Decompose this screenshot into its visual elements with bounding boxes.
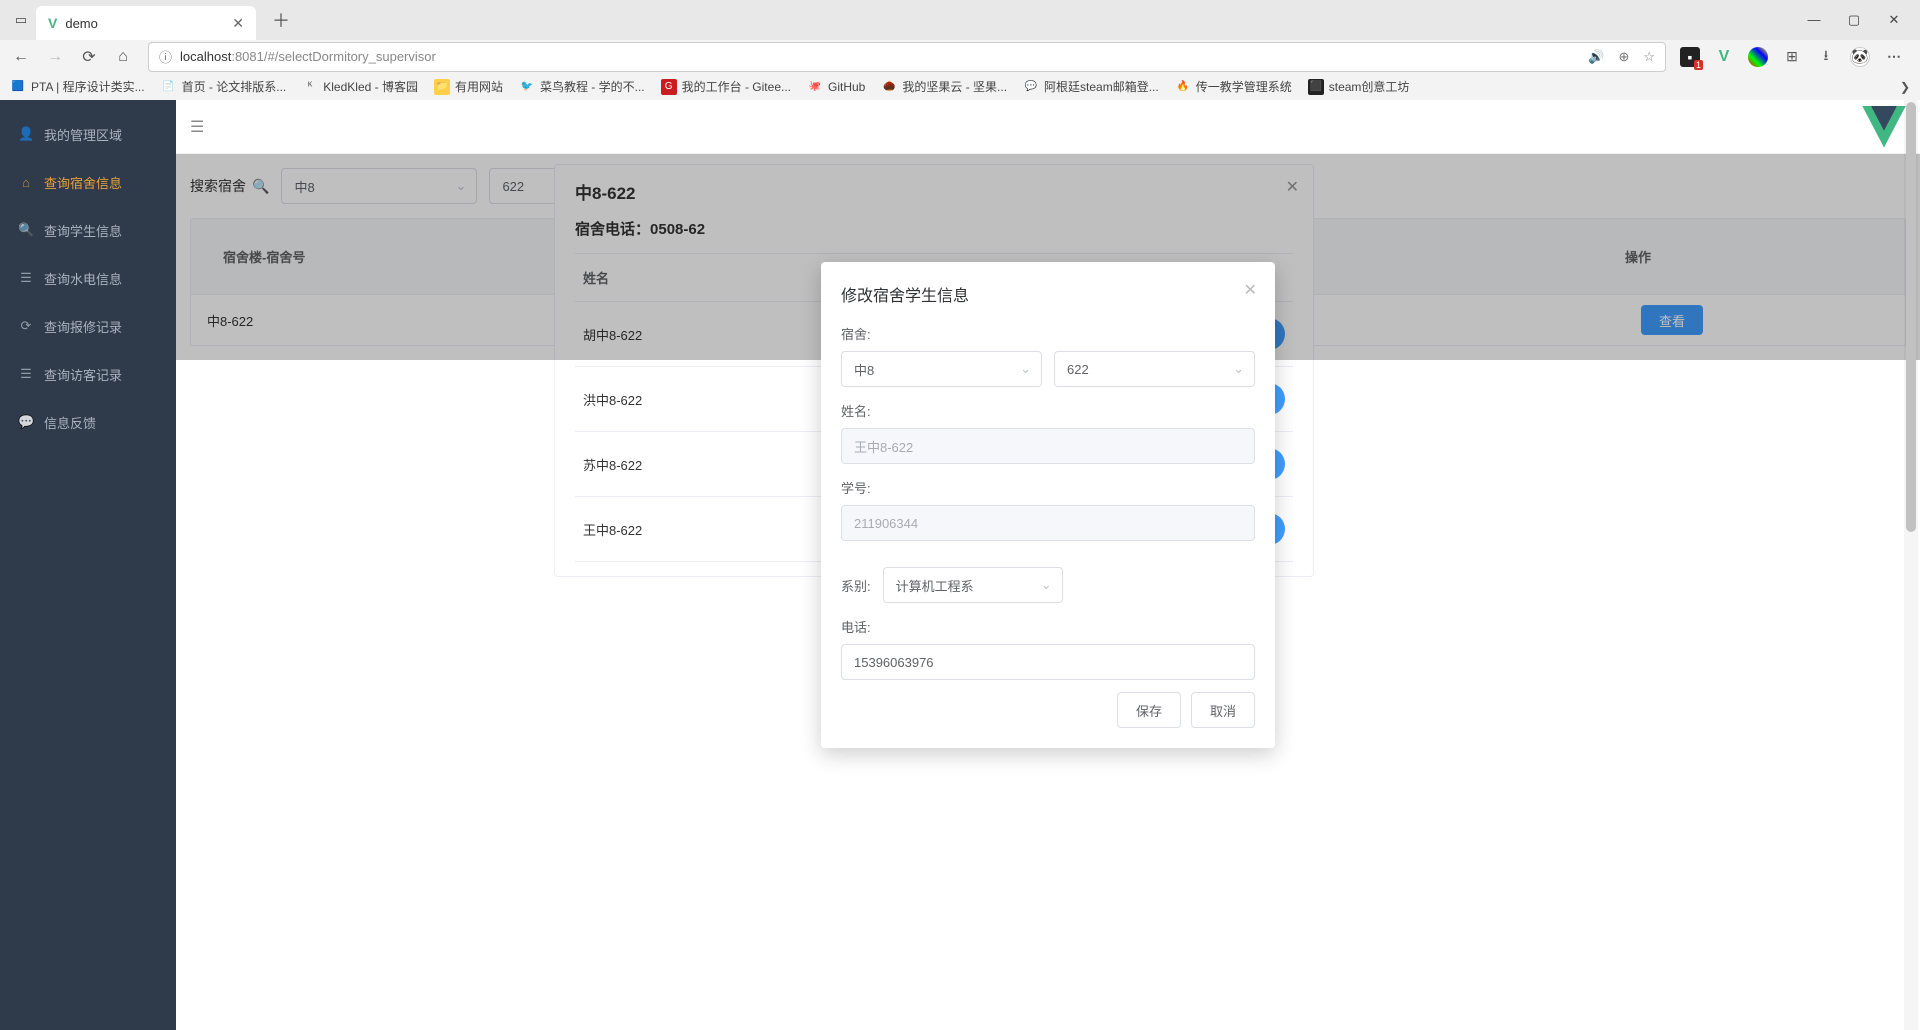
bookmark-item[interactable]: ᴷKledKled - 博客园 <box>302 78 418 95</box>
vue-favicon-icon: V <box>48 15 57 31</box>
dialog-building-select[interactable]: 中8 <box>841 351 1042 387</box>
favorite-icon[interactable]: ☆ <box>1643 49 1655 65</box>
sidebar-item-my-area[interactable]: 👤我的管理区域 <box>0 110 176 158</box>
bookmark-overflow-icon[interactable]: ❯ <box>1900 80 1910 94</box>
sidebar: 👤我的管理区域 ⌂查询宿舍信息 🔍查询学生信息 ☰查询水电信息 ⟳查询报修记录 … <box>0 100 176 1030</box>
dialog-title: 修改宿舍学生信息 <box>841 282 1255 306</box>
tab-actions-icon[interactable]: ▭ <box>6 5 36 35</box>
url-path: /#/selectDormitory_supervisor <box>264 49 436 64</box>
url-port: :8081 <box>231 49 264 64</box>
bookmark-item[interactable]: 🐦菜鸟教程 - 学的不... <box>519 78 645 95</box>
phone-label: 电话: <box>841 617 1255 636</box>
profile-icon[interactable]: 🐼 <box>1850 47 1870 67</box>
building-icon: ⌂ <box>18 175 34 190</box>
bookmark-favicon-icon: ⬛ <box>1308 79 1324 95</box>
cancel-button[interactable]: 取消 <box>1191 692 1255 728</box>
dorm-label: 宿舍: <box>841 324 1255 343</box>
browser-toolbar: ← → ⟳ ⌂ ⓘ localhost:8081/#/selectDormito… <box>0 40 1920 74</box>
search-icon: 🔍 <box>18 222 34 238</box>
bookmark-item[interactable]: G我的工作台 - Gitee... <box>661 78 791 95</box>
extension-icons: ▪1 V ⊞ ⭳ 🐼 ⋯ <box>1670 47 1914 67</box>
home-button[interactable]: ⌂ <box>108 42 138 72</box>
save-button[interactable]: 保存 <box>1117 692 1181 728</box>
zoom-icon[interactable]: ⊕ <box>1618 49 1629 65</box>
browser-tab[interactable]: V demo ✕ <box>36 6 256 40</box>
sidebar-toggle-icon[interactable]: ☰ <box>190 117 204 137</box>
sidebar-item-visitors[interactable]: ☰查询访客记录 <box>0 350 176 398</box>
bookmark-item[interactable]: 📁有用网站 <box>434 78 503 95</box>
site-info-icon[interactable]: ⓘ <box>159 47 172 66</box>
url-host: localhost <box>180 49 231 64</box>
vue-logo-icon <box>1862 106 1906 148</box>
maximize-icon[interactable]: ▢ <box>1844 12 1864 28</box>
close-window-icon[interactable]: ✕ <box>1884 12 1904 28</box>
bookmark-favicon-icon: 🐦 <box>519 79 535 95</box>
close-tab-icon[interactable]: ✕ <box>232 15 244 32</box>
sidebar-item-repairs[interactable]: ⟳查询报修记录 <box>0 302 176 350</box>
refresh-button[interactable]: ⟳ <box>74 42 104 72</box>
name-label: 姓名: <box>841 401 1255 420</box>
scrollbar-thumb[interactable] <box>1906 102 1916 532</box>
app-root: 👤我的管理区域 ⌂查询宿舍信息 🔍查询学生信息 ☰查询水电信息 ⟳查询报修记录 … <box>0 100 1920 1030</box>
folder-icon: 📁 <box>434 79 450 95</box>
address-bar[interactable]: ⓘ localhost:8081/#/selectDormitory_super… <box>148 42 1666 72</box>
dept-label: 系别: <box>841 576 871 595</box>
bookmark-favicon-icon: 💬 <box>1023 79 1039 95</box>
extensions-menu-icon[interactable]: ⊞ <box>1782 47 1802 67</box>
sidebar-item-student-info[interactable]: 🔍查询学生信息 <box>0 206 176 254</box>
browser-menu-icon[interactable]: ⋯ <box>1884 47 1904 67</box>
downloads-icon[interactable]: ⭳ <box>1816 47 1836 67</box>
bookmark-favicon-icon: 🔥 <box>1175 79 1191 95</box>
extension-icon[interactable]: ▪1 <box>1680 47 1700 67</box>
back-button[interactable]: ← <box>6 42 36 72</box>
extension-icon[interactable] <box>1748 47 1768 67</box>
sidebar-item-feedback[interactable]: 💬信息反馈 <box>0 398 176 446</box>
bookmark-item[interactable]: 📄首页 - 论文排版系... <box>161 78 287 95</box>
bookmark-item[interactable]: 🐙GitHub <box>807 79 865 95</box>
tab-title: demo <box>65 16 98 31</box>
audio-icon[interactable]: 🔊 <box>1588 49 1604 65</box>
clipboard-icon: ☰ <box>18 366 34 382</box>
forward-button: → <box>40 42 70 72</box>
bookmark-favicon-icon: 🌰 <box>881 79 897 95</box>
bookmark-favicon-icon: 📄 <box>161 79 177 95</box>
bookmark-bar: 🟦PTA | 程序设计类实... 📄首页 - 论文排版系... ᴷKledKle… <box>0 74 1920 100</box>
edit-student-dialog: ✕ 修改宿舍学生信息 宿舍: 中8 622 姓名: 学号: 系别: 计算机工程系 <box>821 262 1275 748</box>
bookmark-item[interactable]: 🟦PTA | 程序设计类实... <box>10 78 145 95</box>
topbar: ☰ <box>176 100 1920 154</box>
bookmark-favicon-icon: ᴷ <box>302 79 318 95</box>
browser-chrome: ▭ V demo ✕ ＋ — ▢ ✕ ← → ⟳ ⌂ ⓘ localhost:8… <box>0 0 1920 100</box>
new-tab-button[interactable]: ＋ <box>266 7 296 33</box>
gear-icon: ⟳ <box>18 318 34 334</box>
minimize-icon[interactable]: — <box>1804 12 1824 28</box>
sidebar-item-dormitory-info[interactable]: ⌂查询宿舍信息 <box>0 158 176 206</box>
sno-label: 学号: <box>841 478 1255 497</box>
bookmark-item[interactable]: 🔥传一教学管理系统 <box>1175 78 1292 95</box>
message-icon: 💬 <box>18 414 34 430</box>
name-input <box>841 428 1255 464</box>
main: ☰ 搜索宿舍🔍 中8 622 搜索 宿舍楼-宿舍号 操作 中8-622 查看 <box>176 100 1920 1030</box>
sidebar-item-utilities[interactable]: ☰查询水电信息 <box>0 254 176 302</box>
content: 搜索宿舍🔍 中8 622 搜索 宿舍楼-宿舍号 操作 中8-622 查看 ✕ 中… <box>176 154 1920 360</box>
bookmark-favicon-icon: 🐙 <box>807 79 823 95</box>
vue-devtools-icon[interactable]: V <box>1714 47 1734 67</box>
bookmark-item[interactable]: 🌰我的坚果云 - 坚果... <box>881 78 1007 95</box>
close-icon[interactable]: ✕ <box>1244 280 1257 300</box>
modal-mask[interactable]: ✕ 修改宿舍学生信息 宿舍: 中8 622 姓名: 学号: 系别: 计算机工程系 <box>176 154 1920 360</box>
phone-input[interactable] <box>841 644 1255 680</box>
bookmark-favicon-icon: G <box>661 79 677 95</box>
bookmark-item[interactable]: 💬阿根廷steam邮箱登... <box>1023 78 1159 95</box>
window-controls: — ▢ ✕ <box>1804 12 1914 28</box>
dialog-room-select[interactable]: 622 <box>1054 351 1255 387</box>
bookmark-favicon-icon: 🟦 <box>10 79 26 95</box>
user-icon: 👤 <box>18 126 34 142</box>
scrollbar[interactable] <box>1904 100 1918 1030</box>
bookmark-item[interactable]: ⬛steam创意工坊 <box>1308 78 1410 95</box>
sno-input <box>841 505 1255 541</box>
list-icon: ☰ <box>18 270 34 286</box>
dept-select[interactable]: 计算机工程系 <box>883 567 1063 603</box>
browser-titlebar: ▭ V demo ✕ ＋ — ▢ ✕ <box>0 0 1920 40</box>
